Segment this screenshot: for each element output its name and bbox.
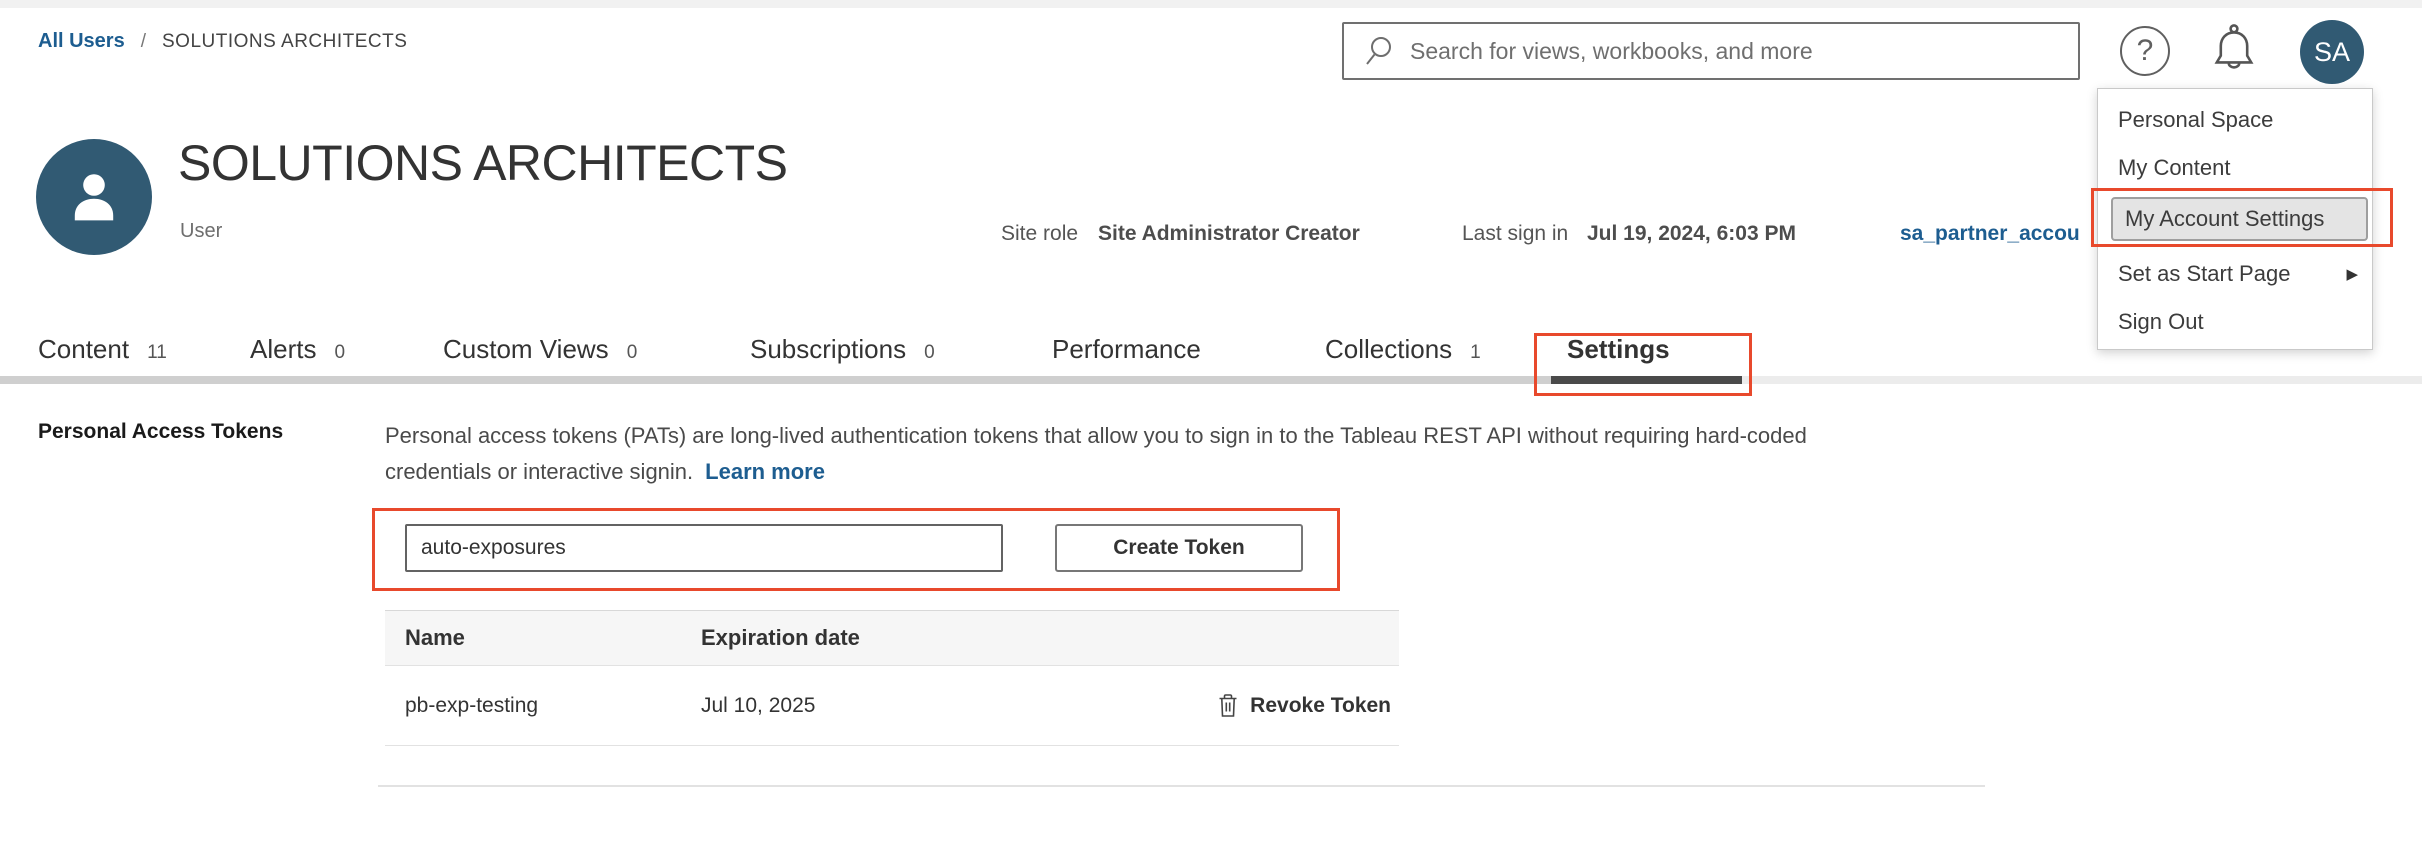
- tab-label: Custom Views: [443, 334, 609, 365]
- table-row: pb-exp-testing Jul 10, 2025 Revoke Token: [385, 666, 1399, 746]
- help-icon: ?: [2137, 34, 2154, 68]
- notifications-button[interactable]: [2206, 20, 2262, 82]
- create-token-button[interactable]: Create Token: [1055, 524, 1303, 572]
- tab-label: Settings: [1567, 334, 1670, 365]
- breadcrumb-all-users-link[interactable]: All Users: [38, 30, 125, 53]
- tab-track-right: [1742, 376, 2422, 384]
- revoke-token-label: Revoke Token: [1250, 694, 1391, 718]
- last-sign-in-value: Jul 19, 2024, 6:03 PM: [1587, 222, 1796, 246]
- menu-item-set-as-start-page[interactable]: Set as Start Page ▶: [2118, 261, 2358, 287]
- search-input[interactable]: [1410, 24, 2078, 78]
- token-name-input[interactable]: [405, 524, 1003, 572]
- tab-content[interactable]: Content 11: [38, 334, 167, 365]
- tab-active-indicator: [1551, 376, 1742, 384]
- token-table: Name Expiration date pb-exp-testing Jul …: [385, 610, 1399, 746]
- section-label-personal-access-tokens: Personal Access Tokens: [38, 420, 283, 444]
- tab-collections[interactable]: Collections 1: [1325, 334, 1481, 365]
- page: All Users / SOLUTIONS ARCHITECTS ? SA SO…: [0, 0, 2422, 850]
- menu-item-sign-out[interactable]: Sign Out: [2118, 309, 2204, 335]
- tab-track: [0, 376, 1551, 384]
- tab-label: Collections: [1325, 334, 1452, 365]
- avatar-initials: SA: [2314, 37, 2350, 68]
- tab-label: Subscriptions: [750, 334, 906, 365]
- tab-custom-views[interactable]: Custom Views 0: [443, 334, 637, 365]
- menu-item-label: Set as Start Page: [2118, 261, 2290, 286]
- menu-item-my-content[interactable]: My Content: [2118, 155, 2231, 181]
- tab-label: Alerts: [250, 334, 316, 365]
- token-table-header: Name Expiration date: [385, 610, 1399, 666]
- section-divider: [378, 785, 1985, 787]
- tab-label: Content: [38, 334, 129, 365]
- search-icon: [1362, 34, 1396, 68]
- pat-description: Personal access tokens (PATs) are long-l…: [385, 418, 1807, 490]
- pat-description-line2-text: credentials or interactive signin.: [385, 459, 693, 484]
- page-title: SOLUTIONS ARCHITECTS: [178, 134, 788, 192]
- token-name-cell: pb-exp-testing: [385, 694, 701, 718]
- pat-description-line2: credentials or interactive signin. Learn …: [385, 454, 1807, 490]
- trash-icon: [1216, 692, 1240, 719]
- account-avatar-button[interactable]: SA: [2300, 20, 2364, 84]
- column-header-name: Name: [385, 625, 701, 651]
- submenu-arrow-icon: ▶: [2346, 265, 2358, 283]
- bell-icon: [2206, 20, 2262, 82]
- user-profile-avatar: [36, 139, 152, 255]
- tab-count: 11: [147, 342, 167, 364]
- tab-count: 0: [924, 342, 935, 364]
- menu-item-my-account-settings[interactable]: My Account Settings: [2111, 197, 2368, 241]
- revoke-token-button[interactable]: Revoke Token: [1216, 692, 1391, 719]
- token-expiration-cell: Jul 10, 2025: [701, 694, 1216, 718]
- top-border-bar: [0, 0, 2422, 8]
- pat-description-line1: Personal access tokens (PATs) are long-l…: [385, 418, 1807, 454]
- tab-label: Performance: [1052, 334, 1201, 365]
- tab-count: 1: [1470, 342, 1481, 364]
- tab-settings[interactable]: Settings: [1567, 334, 1670, 365]
- user-type-label: User: [180, 220, 222, 243]
- menu-item-personal-space[interactable]: Personal Space: [2118, 107, 2273, 133]
- help-button[interactable]: ?: [2120, 26, 2170, 76]
- account-dropdown-menu: Personal Space My Content My Account Set…: [2097, 88, 2373, 350]
- tab-count: 0: [627, 342, 638, 364]
- breadcrumb-current: SOLUTIONS ARCHITECTS: [162, 31, 407, 53]
- site-role-label: Site role: [1001, 222, 1078, 246]
- column-header-expiration: Expiration date: [701, 625, 1399, 651]
- tab-count: 0: [334, 342, 345, 364]
- tab-performance[interactable]: Performance: [1052, 334, 1201, 365]
- breadcrumb: All Users / SOLUTIONS ARCHITECTS: [38, 30, 407, 53]
- person-icon: [58, 161, 130, 233]
- tab-subscriptions[interactable]: Subscriptions 0: [750, 334, 935, 365]
- breadcrumb-separator: /: [141, 31, 146, 53]
- site-role-value: Site Administrator Creator: [1098, 222, 1360, 246]
- search-box[interactable]: [1342, 22, 2080, 80]
- tab-alerts[interactable]: Alerts 0: [250, 334, 345, 365]
- learn-more-link[interactable]: Learn more: [705, 459, 825, 484]
- username-link[interactable]: sa_partner_accou: [1900, 222, 2080, 246]
- last-sign-in-label: Last sign in: [1462, 222, 1568, 246]
